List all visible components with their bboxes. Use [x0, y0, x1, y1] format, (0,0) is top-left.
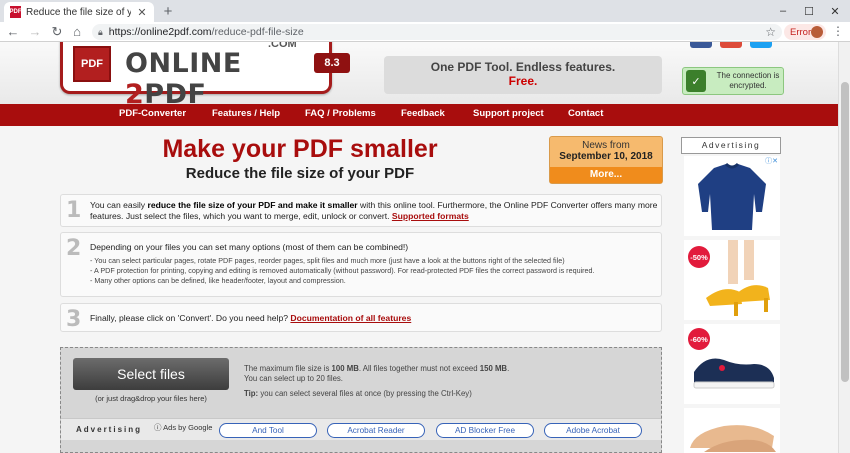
site-logo[interactable]: PDF .COM ONLINE 2PDF 8.3 [60, 42, 350, 110]
web-page: PDF .COM ONLINE 2PDF 8.3 One PDF Tool. E… [0, 42, 850, 453]
pdf-document-icon: PDF [73, 46, 111, 82]
adchoices-icon: ⓘ [154, 423, 162, 432]
pdf-favicon-icon: PDF [10, 6, 22, 18]
tagline-main: One PDF Tool. Endless features. [430, 60, 616, 74]
logo-wordmark: ONLINE 2PDF [125, 48, 242, 110]
site-header: PDF .COM ONLINE 2PDF 8.3 One PDF Tool. E… [0, 42, 838, 110]
step-2-bullet: - You can select particular pages, rotat… [90, 256, 565, 265]
step-number: 3 [66, 307, 82, 332]
version-badge: 8.3 [314, 53, 350, 73]
ad-tile-sandals[interactable]: -50% [684, 240, 780, 320]
supported-formats-link[interactable]: Supported formats [392, 211, 469, 221]
ad-pill-link[interactable]: And Tool [219, 423, 317, 438]
google-plus-icon[interactable] [720, 42, 742, 48]
step-1-text: You can easily reduce the file size of y… [90, 200, 658, 221]
twitter-icon[interactable] [750, 42, 772, 48]
nav-feedback[interactable]: Feedback [401, 108, 445, 119]
step-number: 2 [66, 236, 82, 261]
step-1: 1 You can easily reduce the file size of… [60, 194, 662, 227]
news-more-link[interactable]: More... [550, 167, 662, 183]
drag-drop-note: (or just drag&drop your files here) [95, 394, 207, 403]
discount-badge: -60% [688, 328, 710, 350]
ad-tile-sneaker[interactable]: -60% [684, 324, 780, 404]
secure-shield-icon: ✓ [686, 70, 706, 92]
step-2: 2 Depending on your files you can set ma… [60, 232, 662, 297]
lock-icon: 🔒︎ [98, 26, 103, 37]
ad-tile-sweater[interactable]: ⓘ✕ [684, 156, 780, 236]
close-window-icon[interactable]: ✕ [822, 0, 848, 22]
nav-contact[interactable]: Contact [568, 108, 603, 119]
encrypted-connection-badge: ✓ The connection is encrypted. [682, 67, 784, 95]
tip-text: Tip: you can select several files at onc… [244, 389, 472, 398]
ad-links-row: Advertising ⓘ Ads by Google And Tool Acr… [61, 418, 661, 440]
browser-tab[interactable]: PDF Reduce the file size of your PDF ✕ [4, 2, 154, 22]
ad-pill-link[interactable]: AD Blocker Free [436, 423, 534, 438]
back-arrow-icon[interactable]: ← [4, 23, 22, 41]
step-2-main: Depending on your files you can set many… [90, 242, 409, 252]
browser-toolbar: ← → ↻ ⌂ 🔒︎ https://online2pdf.com/reduce… [0, 22, 850, 42]
avatar[interactable] [811, 26, 823, 38]
sidebar-advertising-label: Advertising [681, 137, 781, 154]
nav-faq-problems[interactable]: FAQ / Problems [305, 108, 376, 119]
tagline-free: Free. [508, 74, 538, 88]
select-files-button[interactable]: Select files [73, 358, 229, 390]
home-icon[interactable]: ⌂ [68, 23, 86, 41]
page-scrollbar[interactable] [838, 42, 850, 453]
upload-dropzone[interactable]: Select files (or just drag&drop your fil… [60, 347, 662, 453]
step-3: 3 Finally, please click on 'Convert'. Do… [60, 303, 662, 332]
discount-badge: -50% [688, 246, 710, 268]
ad-pill-link[interactable]: Adobe Acrobat [544, 423, 642, 438]
scrollbar-thumb[interactable] [841, 82, 849, 382]
flats-image [690, 425, 776, 452]
news-box[interactable]: News from September 10, 2018 More... [549, 136, 663, 184]
sweater-image [698, 162, 766, 230]
new-tab-plus-icon[interactable]: + [160, 4, 176, 20]
ads-by-google[interactable]: ⓘ Ads by Google [154, 422, 212, 433]
close-tab-icon[interactable]: ✕ [136, 6, 148, 19]
tagline-box: One PDF Tool. Endless features. Free. [384, 56, 662, 94]
browser-menu-icon[interactable]: ⋮ [832, 24, 844, 40]
bookmark-star-icon[interactable]: ☆ [765, 25, 776, 39]
step-2-bullet: - A PDF protection for printing, copying… [90, 266, 595, 275]
facebook-icon[interactable] [690, 42, 712, 48]
address-bar[interactable]: 🔒︎ https://online2pdf.com/reduce-pdf-fil… [92, 24, 782, 40]
news-date: September 10, 2018 [559, 151, 653, 162]
advertising-label: Advertising [76, 425, 143, 434]
documentation-link[interactable]: Documentation of all features [290, 313, 411, 323]
maximize-window-icon[interactable]: ☐ [796, 0, 822, 22]
tab-title: Reduce the file size of your PDF [26, 6, 131, 18]
file-limits-text: The maximum file size is 100 MB. All fil… [244, 364, 510, 383]
nav-features-help[interactable]: Features / Help [212, 108, 280, 119]
error-label: Error [790, 26, 812, 38]
nav-pdf-converter[interactable]: PDF-Converter [119, 108, 186, 119]
reload-icon[interactable]: ↻ [48, 23, 66, 41]
step-2-bullet: - Many other options can be defined, lik… [90, 276, 346, 285]
page-title: Make your PDF smaller [162, 135, 438, 163]
nav-support-project[interactable]: Support project [473, 108, 544, 119]
step-3-text: Finally, please click on 'Convert'. Do y… [90, 313, 412, 323]
ad-pill-link[interactable]: Acrobat Reader [327, 423, 425, 438]
minimize-window-icon[interactable]: – [770, 0, 796, 22]
url-text: https://online2pdf.com/reduce-pdf-file-s… [108, 26, 304, 38]
page-subtitle: Reduce the file size of your PDF [185, 165, 415, 182]
main-navbar: PDF-Converter Features / Help FAQ / Prob… [0, 104, 838, 126]
forward-arrow-icon[interactable]: → [26, 23, 44, 41]
news-label: News from [582, 140, 630, 151]
encrypted-text: The connection is encrypted. [716, 71, 780, 90]
step-2-text: Depending on your files you can set many… [90, 242, 658, 286]
browser-tabstrip: PDF Reduce the file size of your PDF ✕ +… [0, 0, 850, 22]
ad-tile-flats[interactable] [684, 408, 780, 453]
step-number: 1 [66, 198, 82, 223]
adchoices-icon[interactable]: ⓘ✕ [765, 156, 778, 166]
